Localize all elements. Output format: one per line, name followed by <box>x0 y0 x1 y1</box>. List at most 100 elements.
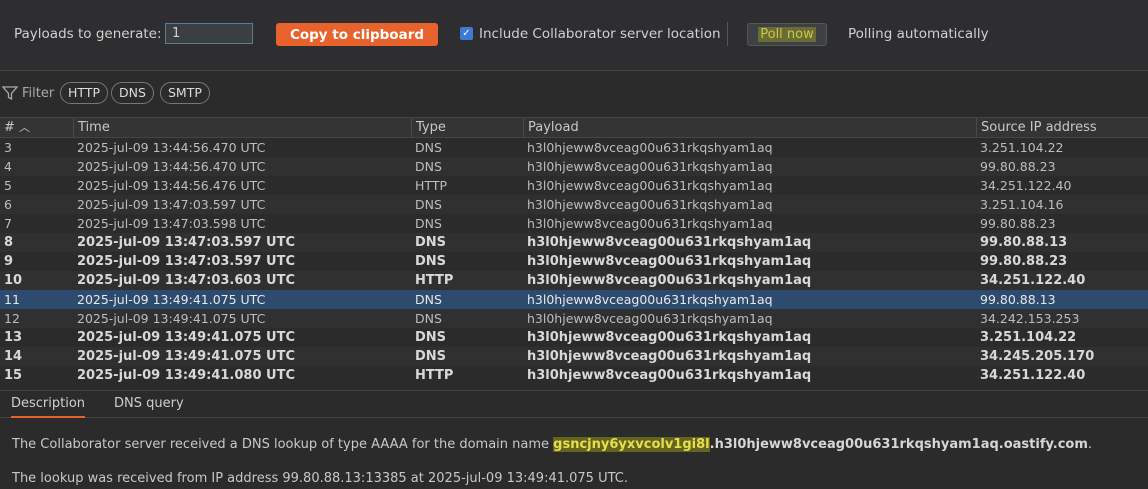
copy-to-clipboard-button[interactable]: Copy to clipboard <box>276 23 438 46</box>
cell-source-ip: 3.251.104.16 <box>980 197 1064 212</box>
lookup-source-text: The lookup was received from IP address … <box>12 471 628 486</box>
cell-number: 13 <box>4 330 23 345</box>
cell-number: 11 <box>4 292 20 307</box>
table-row[interactable]: 3 2025-jul-09 13:44:56.470 UTC DNS h3l0hjew… <box>0 138 1148 157</box>
cell-payload: h3l0hjeww8vceag00u631rkqshyam1aq <box>527 235 812 250</box>
table-row[interactable]: 7 2025-jul-09 13:47:03.598 UTC DNS h3l0hjew… <box>0 214 1148 233</box>
funnel-icon[interactable] <box>2 85 18 101</box>
cell-time: 2025-jul-09 13:47:03.598 UTC <box>77 216 266 231</box>
table-row[interactable]: 15 2025-jul-09 13:49:41.080 UTC HTTP h3l0hj… <box>0 366 1148 385</box>
include-location-checkbox[interactable]: ✓ <box>460 27 473 40</box>
poll-now-label: Poll now <box>758 27 816 42</box>
cell-type: DNS <box>415 197 442 212</box>
filter-chip-http[interactable]: HTTP <box>60 82 108 104</box>
cell-payload: h3l0hjeww8vceag00u631rkqshyam1aq <box>527 330 812 345</box>
cell-type: DNS <box>415 254 447 269</box>
table-header: # ︿ Time Type Payload Source IP address <box>0 117 1148 138</box>
tab-description[interactable]: Description <box>11 396 86 418</box>
cell-source-ip: 3.251.104.22 <box>980 140 1064 155</box>
cell-time: 2025-jul-09 13:47:03.603 UTC <box>77 273 295 288</box>
table-row[interactable]: 13 2025-jul-09 13:49:41.075 UTC DNS h3l0hje… <box>0 328 1148 347</box>
table-row[interactable]: 6 2025-jul-09 13:47:03.597 UTC DNS h3l0hjew… <box>0 195 1148 214</box>
table-row[interactable]: 14 2025-jul-09 13:49:41.075 UTC DNS h3l0hje… <box>0 347 1148 366</box>
cell-number: 15 <box>4 368 23 383</box>
table-row[interactable]: 4 2025-jul-09 13:44:56.470 UTC DNS h3l0hjew… <box>0 157 1148 176</box>
payloads-count-input[interactable]: 1 <box>165 23 253 44</box>
filter-chip-dns[interactable]: DNS <box>111 82 154 104</box>
description-text: The Collaborator server received a DNS l… <box>12 437 1092 452</box>
cell-payload: h3l0hjeww8vceag00u631rkqshyam1aq <box>527 311 773 326</box>
tab-dns-query[interactable]: DNS query <box>114 396 184 411</box>
cell-number: 6 <box>4 197 12 212</box>
cell-number: 14 <box>4 349 23 364</box>
cell-number: 8 <box>4 235 14 250</box>
cell-type: DNS <box>415 330 447 345</box>
cell-source-ip: 99.80.88.13 <box>980 292 1056 307</box>
cell-type: DNS <box>415 235 447 250</box>
sort-ascending-icon: ︿ <box>19 121 31 134</box>
cell-type: HTTP <box>415 178 447 193</box>
payloads-label: Payloads to generate: <box>14 26 162 42</box>
cell-source-ip: 99.80.88.23 <box>980 216 1056 231</box>
table-row[interactable]: 8 2025-jul-09 13:47:03.597 UTC DNS h3l0hjew… <box>0 233 1148 252</box>
cell-payload: h3l0hjeww8vceag00u631rkqshyam1aq <box>527 178 773 193</box>
cell-payload: h3l0hjeww8vceag00u631rkqshyam1aq <box>527 197 773 212</box>
cell-payload: h3l0hjeww8vceag00u631rkqshyam1aq <box>527 254 812 269</box>
filter-chip-smtp[interactable]: SMTP <box>160 82 210 104</box>
details-tabs: Description DNS query <box>0 391 1148 418</box>
cell-number: 5 <box>4 178 12 193</box>
details-panel: Description DNS query The Collaborator s… <box>0 390 1148 489</box>
column-header-payload[interactable]: Payload <box>523 118 976 137</box>
cell-time: 2025-jul-09 13:44:56.476 UTC <box>77 178 266 193</box>
column-header-time[interactable]: Time <box>73 118 411 137</box>
cell-payload: h3l0hjeww8vceag00u631rkqshyam1aq <box>527 349 812 364</box>
collaborator-toolbar: Payloads to generate: 1 Copy to clipboar… <box>0 0 1148 71</box>
cell-type: HTTP <box>415 273 454 288</box>
cell-source-ip: 34.251.122.40 <box>980 178 1072 193</box>
description-suffix: . <box>1087 437 1093 452</box>
column-number-label: # <box>4 120 15 135</box>
cell-payload: h3l0hjeww8vceag00u631rkqshyam1aq <box>527 159 773 174</box>
subdomain-highlight: gsncjny6yxvcolv1gi8l <box>553 437 710 452</box>
table-row[interactable]: 12 2025-jul-09 13:49:41.075 UTC DNS h3l0hje… <box>0 309 1148 328</box>
cell-payload: h3l0hjeww8vceag00u631rkqshyam1aq <box>527 292 773 307</box>
table-row[interactable]: 10 2025-jul-09 13:47:03.603 UTC HTTP h3l0hj… <box>0 271 1148 290</box>
column-header-number[interactable]: # ︿ <box>0 118 73 137</box>
cell-time: 2025-jul-09 13:49:41.075 UTC <box>77 292 266 307</box>
cell-type: DNS <box>415 311 442 326</box>
column-header-source-ip[interactable]: Source IP address <box>976 118 1148 137</box>
cell-type: DNS <box>415 140 442 155</box>
cell-source-ip: 99.80.88.23 <box>980 159 1056 174</box>
cell-time: 2025-jul-09 13:49:41.075 UTC <box>77 330 295 345</box>
table-row[interactable]: 5 2025-jul-09 13:44:56.476 UTC HTTP h3l0hje… <box>0 176 1148 195</box>
cell-number: 7 <box>4 216 12 231</box>
poll-now-button[interactable]: Poll now <box>747 23 827 46</box>
cell-source-ip: 99.80.88.13 <box>980 235 1068 250</box>
cell-type: HTTP <box>415 368 454 383</box>
description-prefix: The Collaborator server received a DNS l… <box>12 437 554 452</box>
cell-number: 10 <box>4 273 23 288</box>
cell-source-ip: 34.242.153.253 <box>980 311 1080 326</box>
column-header-type[interactable]: Type <box>411 118 523 137</box>
cell-time: 2025-jul-09 13:49:41.075 UTC <box>77 349 295 364</box>
cell-source-ip: 99.80.88.23 <box>980 254 1068 269</box>
cell-time: 2025-jul-09 13:47:03.597 UTC <box>77 197 266 212</box>
cell-number: 3 <box>4 140 12 155</box>
filter-label: Filter <box>22 86 55 101</box>
cell-number: 12 <box>4 311 20 326</box>
collaborator-domain: .h3l0hjeww8vceag00u631rkqshyam1aq.oastif… <box>709 437 1088 452</box>
cell-source-ip: 3.251.104.22 <box>980 330 1077 345</box>
cell-type: DNS <box>415 292 442 307</box>
cell-type: DNS <box>415 216 442 231</box>
polling-status: Polling automatically <box>848 26 989 42</box>
toolbar-divider <box>727 22 728 46</box>
cell-payload: h3l0hjeww8vceag00u631rkqshyam1aq <box>527 368 812 383</box>
table-row[interactable]: 11 2025-jul-09 13:49:41.075 UTC DNS h3l0hje… <box>0 290 1148 309</box>
cell-time: 2025-jul-09 13:49:41.075 UTC <box>77 311 266 326</box>
include-location-label[interactable]: Include Collaborator server location <box>479 26 721 42</box>
cell-number: 9 <box>4 254 14 269</box>
filter-bar: Filter HTTP DNS SMTP <box>0 80 1148 108</box>
cell-type: DNS <box>415 159 442 174</box>
cell-source-ip: 34.251.122.40 <box>980 368 1086 383</box>
table-row[interactable]: 9 2025-jul-09 13:47:03.597 UTC DNS h3l0hjew… <box>0 252 1148 271</box>
